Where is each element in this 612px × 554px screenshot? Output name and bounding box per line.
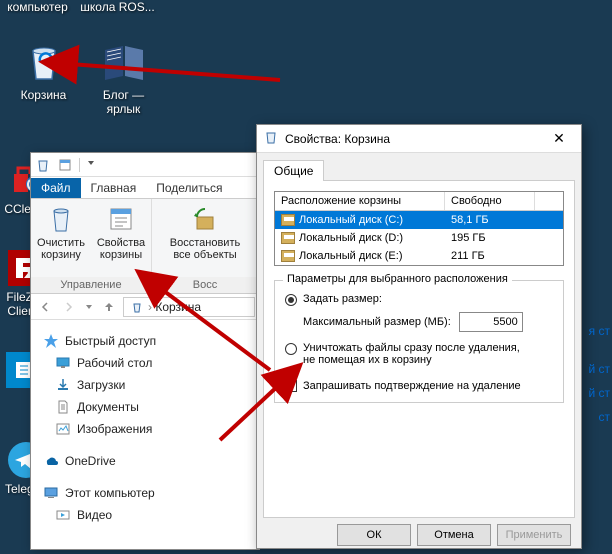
cancel-button[interactable]: Отмена (417, 524, 491, 546)
back-button[interactable] (35, 297, 55, 317)
recycle-bin-small-icon (35, 157, 51, 173)
radio-custom-size-label: Задать размер: (303, 293, 382, 305)
download-icon (55, 377, 71, 393)
recycle-bin-small-icon (263, 129, 279, 148)
confirm-delete-label: Запрашивать подтверждение на удаление (303, 380, 521, 392)
edge-text-1: я ст (589, 324, 610, 338)
recycle-props-button[interactable]: Свойства корзины (91, 199, 151, 277)
nav-this-pc[interactable]: Этот компьютер (31, 482, 259, 504)
params-title: Параметры для выбранного расположения (283, 273, 512, 285)
apply-button[interactable]: Применить (497, 524, 571, 546)
document-icon (55, 399, 71, 415)
radio-custom-size[interactable] (285, 294, 297, 306)
star-icon (43, 333, 59, 349)
breadcrumb-bar: › Корзина (31, 294, 259, 320)
tab-share[interactable]: Поделиться (146, 178, 232, 198)
book-icon (100, 38, 148, 86)
col-free[interactable]: Свободно (445, 192, 535, 210)
max-size-input[interactable] (459, 312, 523, 332)
disk-row-c[interactable]: Локальный диск (C:) 58,1 ГБ (275, 211, 563, 229)
recycle-bin-icon (20, 38, 68, 86)
dialog-titlebar: Свойства: Корзина ✕ (257, 125, 581, 153)
ribbon-tabs: Файл Главная Поделиться (31, 177, 259, 199)
desktop-icon-blog[interactable]: Блог — ярлык (86, 38, 161, 117)
disk-row-d[interactable]: Локальный диск (D:) 195 ГБ (275, 229, 563, 247)
ribbon: Очистить корзину Свойства корзины Управл… (31, 199, 259, 294)
radio-delete-immediately[interactable] (285, 343, 297, 355)
properties-dialog: Свойства: Корзина ✕ Общие Расположение к… (256, 124, 582, 549)
radio-delete-label: Уничтожать файлы сразу после удаления, н… (303, 342, 533, 366)
group-title-restore: Восс (152, 277, 258, 293)
edge-text-3: й ст (588, 386, 610, 400)
nav-pictures[interactable]: Изображения (31, 418, 259, 440)
empty-recycle-button[interactable]: Очистить корзину (31, 199, 91, 277)
col-location[interactable]: Расположение корзины (275, 192, 445, 210)
drive-icon (281, 232, 295, 244)
max-size-label: Максимальный размер (МБ): (303, 316, 451, 328)
ok-button[interactable]: ОК (337, 524, 411, 546)
explorer-window: Файл Главная Поделиться Очистить корзину… (30, 152, 260, 550)
empty-bin-icon (45, 203, 77, 235)
disk-row-e[interactable]: Локальный диск (E:) 211 ГБ (275, 247, 563, 265)
nav-downloads[interactable]: Загрузки (31, 374, 259, 396)
params-group: Параметры для выбранного расположения За… (274, 280, 564, 403)
navigation-pane: Быстрый доступ Рабочий стол Загрузки Док… (31, 320, 259, 526)
desktop-label-computer[interactable]: компьютер (0, 0, 75, 14)
edge-text-2: й ст (588, 362, 610, 376)
disk-table: Расположение корзины Свободно Локальный … (274, 191, 564, 266)
drive-icon (281, 214, 295, 226)
close-button[interactable]: ✕ (543, 125, 575, 152)
recycle-path-icon (130, 300, 144, 314)
quick-access-toolbar (31, 153, 259, 177)
nav-videos[interactable]: Видео (31, 504, 259, 526)
dropdown-icon[interactable] (86, 157, 102, 173)
history-dropdown[interactable] (83, 297, 95, 317)
desktop-icon-recycle-bin[interactable]: Корзина (6, 38, 81, 102)
restore-icon (189, 203, 221, 235)
confirm-delete-checkbox[interactable] (285, 380, 297, 392)
this-pc-icon (43, 485, 59, 501)
dialog-title: Свойства: Корзина (285, 132, 537, 146)
restore-all-button[interactable]: Восстановить все объекты (160, 199, 250, 277)
tab-general[interactable]: Общие (263, 160, 324, 181)
nav-documents[interactable]: Документы (31, 396, 259, 418)
nav-quick-access[interactable]: Быстрый доступ (31, 330, 259, 352)
props-icon (105, 203, 137, 235)
drive-icon (281, 250, 295, 262)
desktop-label-school[interactable]: школа ROS... (80, 0, 155, 14)
nav-desktop[interactable]: Рабочий стол (31, 352, 259, 374)
group-title-manage: Управление (31, 277, 151, 293)
edge-text-4: ст (599, 410, 611, 424)
address-bar[interactable]: › Корзина (123, 297, 255, 317)
props-small-icon[interactable] (57, 157, 73, 173)
forward-button[interactable] (59, 297, 79, 317)
picture-icon (55, 421, 71, 437)
tab-file[interactable]: Файл (31, 178, 81, 198)
video-icon (55, 507, 71, 523)
nav-onedrive[interactable]: OneDrive (31, 450, 259, 472)
up-button[interactable] (99, 297, 119, 317)
tab-home[interactable]: Главная (81, 178, 147, 198)
desktop-icon (55, 355, 71, 371)
onedrive-icon (43, 453, 59, 469)
